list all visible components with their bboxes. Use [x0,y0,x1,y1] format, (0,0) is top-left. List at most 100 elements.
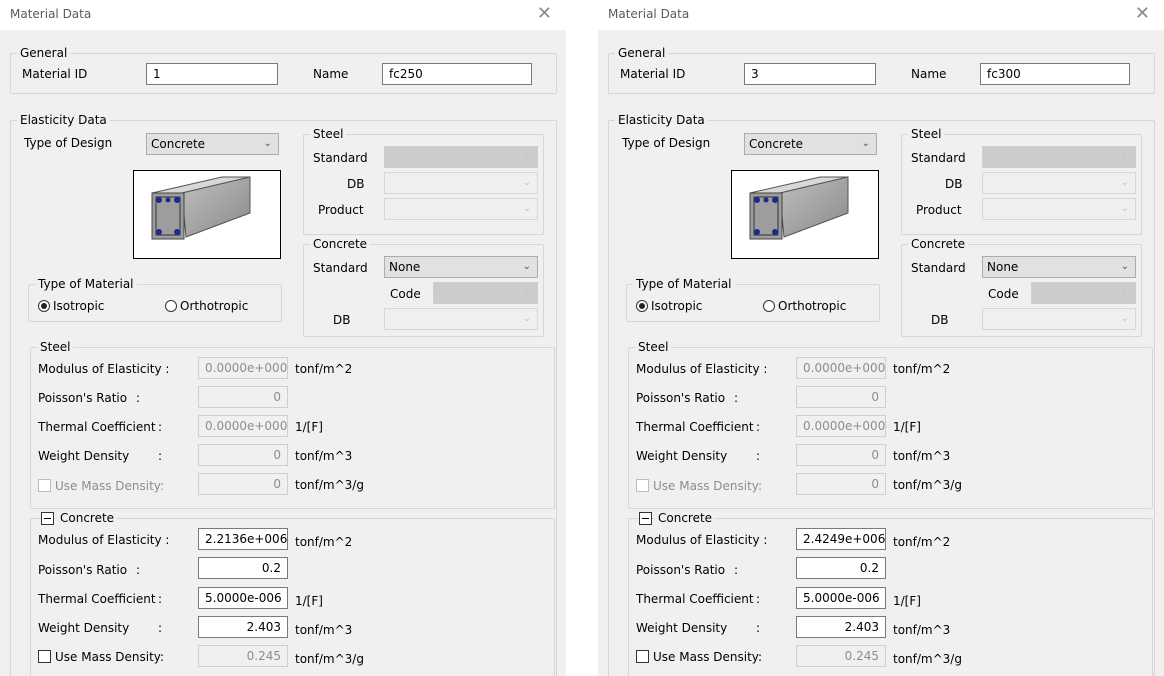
steel-weight-colon: : [158,449,163,463]
steel-poisson-input[interactable]: 0 [796,386,886,408]
steel-weight-input[interactable]: 0 [796,444,886,466]
type-of-design-value: Concrete [749,137,804,151]
concrete-db-select[interactable]: ⌄ [384,308,538,330]
steel-product-select[interactable]: ⌄ [982,198,1136,220]
isotropic-label[interactable]: Isotropic [651,298,702,314]
steel-weight-input[interactable]: 0 [198,444,288,466]
concrete-use-mass-label: Use Mass Density: [55,650,165,664]
concrete-code-select[interactable]: ⌄ [433,282,538,304]
chevron-down-icon: ⌄ [522,287,531,298]
concrete-weight-unit: tonf/m^3 [893,623,951,637]
collapse-minus-icon[interactable] [41,512,54,525]
steel-weight-label: Weight Density [636,449,728,463]
concrete-standard-value: None [389,260,421,274]
steel-poisson-colon: : [136,391,141,405]
concrete-thermal-unit: 1/[F] [295,594,323,608]
orthotropic-label[interactable]: Orthotropic [180,298,248,314]
steel-product-label: Product [916,203,962,217]
concrete-use-mass-checkbox[interactable] [636,650,649,663]
steel-modulus-input[interactable]: 0.0000e+000 [796,357,886,379]
concrete-modulus-label: Modulus of Elasticity : [636,533,768,547]
steel-thermal-colon: : [158,420,163,434]
radio-selected-dot [41,303,47,309]
steel-product-label: Product [318,203,364,217]
chevron-down-icon: ⌄ [522,177,531,188]
concrete-use-mass-checkbox[interactable] [38,650,51,663]
chevron-down-icon: ⌄ [861,138,870,149]
chevron-down-icon: ⌄ [522,151,531,162]
concrete-weight-unit: tonf/m^3 [295,623,353,637]
steel-db-select[interactable]: ⌄ [384,172,538,194]
concrete-code-label: Code [988,287,1019,301]
concrete-db-select[interactable]: ⌄ [982,308,1136,330]
concrete-thermal-input[interactable]: 5.0000e-006 [796,587,886,609]
material-data-dialog: Material Data ✕ General Material ID 1 Na… [0,0,566,676]
concrete-weight-input[interactable]: 2.403 [796,616,886,638]
concrete-mass-input[interactable]: 0.245 [198,645,288,667]
concrete-mass-input[interactable]: 0.245 [796,645,886,667]
concrete-standard-select[interactable]: None ⌄ [982,256,1136,278]
type-of-design-select[interactable]: Concrete ⌄ [146,133,279,155]
concrete-poisson-input[interactable]: 0.2 [198,557,288,579]
concrete-properties-title: Concrete [655,510,716,526]
steel-standard-select[interactable]: ⌄ [982,146,1136,168]
concrete-modulus-input[interactable]: 2.2136e+006 [198,528,288,550]
type-of-design-value: Concrete [151,137,206,151]
title-bar: Material Data ✕ [598,0,1164,30]
type-of-design-select[interactable]: Concrete ⌄ [744,133,877,155]
general-group-title: General [615,45,669,61]
steel-weight-label: Weight Density [38,449,130,463]
name-input[interactable]: fc250 [382,63,532,85]
orthotropic-radio[interactable] [165,300,177,312]
steel-db-select[interactable]: ⌄ [982,172,1136,194]
steel-thermal-label: Thermal Coefficient [636,420,754,434]
isotropic-radio[interactable] [636,300,648,312]
close-icon[interactable]: ✕ [1135,3,1150,24]
material-id-input[interactable]: 3 [744,63,876,85]
orthotropic-label[interactable]: Orthotropic [778,298,846,314]
concrete-modulus-label: Modulus of Elasticity : [38,533,170,547]
concrete-poisson-input[interactable]: 0.2 [796,557,886,579]
steel-poisson-input[interactable]: 0 [198,386,288,408]
close-icon[interactable]: ✕ [537,3,552,24]
steel-product-select[interactable]: ⌄ [384,198,538,220]
steel-mass-input[interactable]: 0 [796,473,886,495]
steel-use-mass-checkbox[interactable] [636,479,649,492]
isotropic-radio[interactable] [38,300,50,312]
steel-thermal-input[interactable]: 0.0000e+000 [198,415,288,437]
steel-mass-input[interactable]: 0 [198,473,288,495]
material-data-dialog: Material Data ✕ General Material ID 3 Na… [598,0,1164,676]
concrete-weight-label: Weight Density [38,621,130,635]
type-of-design-label: Type of Design [622,136,711,150]
steel-standard-select[interactable]: ⌄ [384,146,538,168]
steel-thermal-input[interactable]: 0.0000e+000 [796,415,886,437]
steel-weight-unit: tonf/m^3 [295,449,353,463]
steel-properties-title: Steel [635,339,672,355]
chevron-down-icon: ⌄ [1120,287,1129,298]
concrete-standard-value: None [987,260,1019,274]
steel-use-mass-checkbox[interactable] [38,479,51,492]
concrete-standard-select[interactable]: None ⌄ [384,256,538,278]
isotropic-label[interactable]: Isotropic [53,298,104,314]
steel-poisson-label: Poisson's Ratio [636,391,726,405]
elasticity-data-title: Elasticity Data [615,112,708,128]
steel-modulus-input[interactable]: 0.0000e+000 [198,357,288,379]
steel-standard-group-title: Steel [310,126,347,142]
material-id-input[interactable]: 1 [146,63,278,85]
steel-db-label: DB [347,177,365,191]
concrete-thermal-input[interactable]: 5.0000e-006 [198,587,288,609]
chevron-down-icon: ⌄ [522,313,531,324]
name-input[interactable]: fc300 [980,63,1130,85]
collapse-minus-icon[interactable] [639,512,652,525]
rc-column-section-image-svg [749,176,849,240]
concrete-weight-colon: : [158,621,163,635]
concrete-standard-group-title: Concrete [310,236,371,252]
steel-properties-title: Steel [37,339,74,355]
concrete-code-select[interactable]: ⌄ [1031,282,1136,304]
orthotropic-radio[interactable] [763,300,775,312]
type-of-material-title: Type of Material [35,276,137,292]
concrete-weight-input[interactable]: 2.403 [198,616,288,638]
chevron-down-icon: ⌄ [522,203,531,214]
concrete-modulus-input[interactable]: 2.4249e+006 [796,528,886,550]
steel-use-mass-label: Use Mass Density: [653,479,763,493]
